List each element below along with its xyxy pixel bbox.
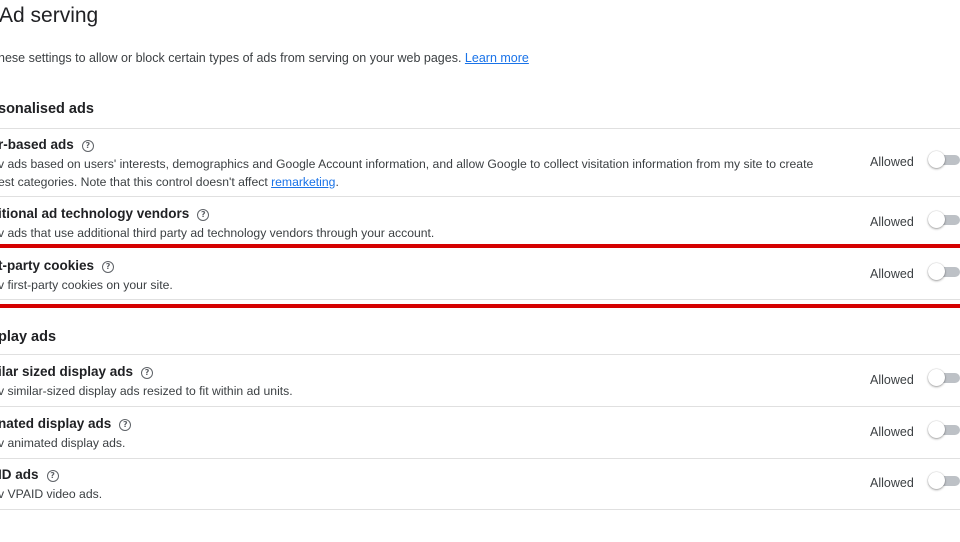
setting-status: Allowed — [870, 425, 914, 439]
setting-description: v animated display ads. — [0, 436, 126, 450]
setting-description: v similar-sized display ads resized to f… — [0, 384, 293, 398]
ad-tech-vendors-toggle[interactable] — [928, 211, 960, 228]
help-icon[interactable]: ? — [119, 419, 132, 431]
highlight-line-top — [0, 244, 960, 248]
toggle-knob — [928, 421, 945, 438]
setting-status: Allowed — [870, 155, 914, 169]
setting-description: v first-party cookies on your site. — [0, 278, 173, 292]
divider — [0, 406, 960, 407]
setting-title: itional ad technology vendors? — [0, 206, 210, 221]
divider — [0, 354, 960, 355]
setting-title: nated display ads? — [0, 416, 132, 431]
highlight-line-bottom — [0, 304, 960, 308]
learn-more-link[interactable]: Learn more — [465, 51, 529, 65]
help-icon[interactable]: ? — [197, 209, 210, 221]
divider — [0, 299, 960, 300]
help-icon[interactable]: ? — [46, 470, 59, 482]
remarketing-link[interactable]: remarketing — [271, 175, 335, 189]
vpaid-ads-toggle[interactable] — [928, 472, 960, 489]
setting-title: t-party cookies? — [0, 258, 115, 273]
page-intro: hese settings to allow or block certain … — [0, 51, 529, 65]
page-title: Ad serving — [0, 4, 99, 27]
setting-title: r-based ads? — [0, 137, 94, 152]
toggle-knob — [928, 211, 945, 228]
toggle-knob — [928, 151, 945, 168]
setting-description: v VPAID video ads. — [0, 487, 103, 501]
setting-title: ilar sized display ads? — [0, 364, 154, 379]
setting-description: v ads that use additional third party ad… — [0, 226, 435, 240]
toggle-knob — [928, 369, 945, 386]
setting-status: Allowed — [870, 373, 914, 387]
setting-title: ID ads? — [0, 467, 59, 482]
help-icon[interactable]: ? — [81, 140, 94, 152]
setting-description: v ads based on users' interests, demogra… — [0, 157, 814, 189]
help-icon[interactable]: ? — [141, 367, 154, 379]
toggle-knob — [928, 472, 945, 489]
setting-status: Allowed — [870, 215, 914, 229]
similar-sized-display-ads-toggle[interactable] — [928, 369, 960, 386]
help-icon[interactable]: ? — [102, 261, 115, 273]
section-heading-display: play ads — [0, 329, 57, 345]
divider — [0, 196, 960, 197]
first-party-cookies-toggle[interactable] — [928, 263, 960, 280]
divider — [0, 458, 960, 459]
setting-status: Allowed — [870, 476, 914, 490]
section-heading-personalised: sonalised ads — [0, 101, 94, 117]
toggle-knob — [928, 263, 945, 280]
divider — [0, 128, 960, 129]
interest-based-ads-toggle[interactable] — [928, 151, 960, 168]
divider — [0, 509, 960, 510]
intro-text: hese settings to allow or block certain … — [0, 51, 462, 65]
animated-display-ads-toggle[interactable] — [928, 421, 960, 438]
setting-status: Allowed — [870, 267, 914, 281]
